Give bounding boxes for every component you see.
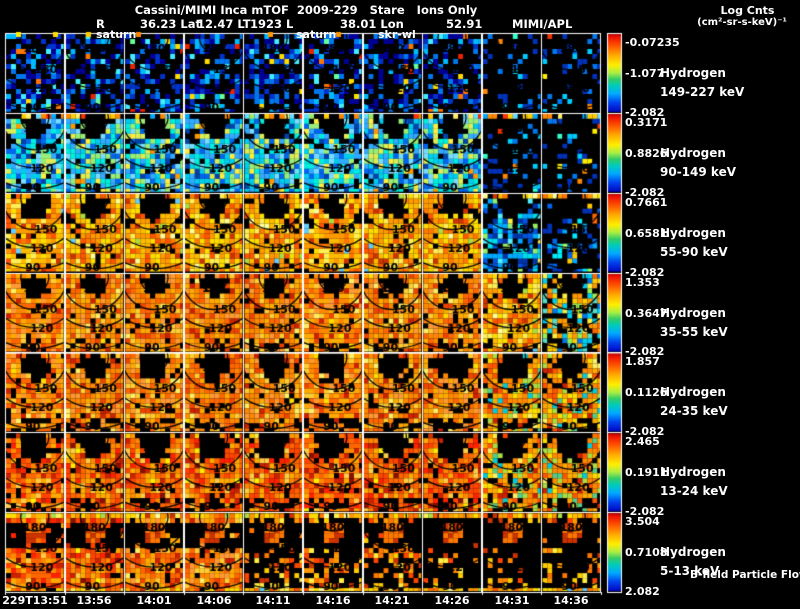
time-tick-0: 229T13:51 [2, 594, 68, 607]
energy-label: 24-35 keV [660, 404, 728, 418]
info-lt-value: 1923 L [250, 17, 294, 31]
info-lon-value: 52.91 [446, 17, 483, 31]
cbar-r0-mid: -1.077 [625, 67, 665, 80]
time-tick-9: 14:36 [553, 594, 589, 607]
species-label: Hydrogen [660, 306, 726, 320]
event-label-saturn-1: saturn [96, 28, 137, 41]
colorbar-units: (cm²-sr-s-keV)⁻¹ [697, 17, 787, 28]
cbar-r6-max: 3.504 [625, 515, 660, 528]
cbar-r1-max: 0.3171 [625, 116, 668, 129]
row-label-4: Hydrogen 24-35 keV [660, 383, 728, 421]
cbar-r6-min: 2.082 [625, 585, 660, 598]
cbar-r4-max: 1.857 [625, 355, 660, 368]
info-lat-value: 12.47 LT [197, 17, 251, 31]
species-label: Hydrogen [660, 385, 726, 399]
page-title: Cassini/MIMI Inca mTOF 2009-229 Stare Io… [134, 3, 478, 17]
time-tick-8: 14:31 [494, 594, 530, 607]
info-r-value: 36.23 Lat [140, 17, 201, 31]
species-label: Hydrogen [660, 146, 726, 160]
cbar-r5-max: 2.465 [625, 435, 660, 448]
event-label-saturn-2: saturn [296, 28, 337, 41]
energy-label: 90-149 keV [660, 165, 736, 179]
cbar-r0-max: -0.07235 [625, 36, 680, 49]
row-label-3: Hydrogen 35-55 keV [660, 304, 728, 342]
species-label: Hydrogen [660, 545, 726, 559]
row-label-2: Hydrogen 55-90 keV [660, 224, 728, 262]
row-label-0: Hydrogen 149-227 keV [660, 64, 744, 102]
species-label: Hydrogen [660, 226, 726, 240]
energy-label: 55-90 keV [660, 245, 728, 259]
time-tick-3: 14:06 [196, 594, 232, 607]
time-tick-4: 14:11 [255, 594, 291, 607]
row-label-1: Hydrogen 90-149 keV [660, 144, 736, 182]
species-label: Hydrogen [660, 465, 726, 479]
energy-label: 149-227 keV [660, 85, 745, 99]
mimi-spectrogram-page: Cassini/MIMI Inca mTOF 2009-229 Stare Io… [0, 0, 800, 609]
time-tick-2: 14:01 [136, 594, 172, 607]
time-tick-1: 13:56 [76, 594, 112, 607]
cbar-r2-max: 0.7661 [625, 196, 668, 209]
species-label: Hydrogen [660, 66, 726, 80]
cbar-r3-max: 1.353 [625, 276, 660, 289]
time-tick-7: 14:26 [434, 594, 470, 607]
energy-label: 35-55 keV [660, 325, 728, 339]
info-credit: MIMI/APL [512, 17, 573, 31]
event-label-skr-wl: skr-wl [378, 28, 416, 41]
row-label-5: Hydrogen 13-24 keV [660, 463, 728, 501]
time-tick-6: 14:21 [374, 594, 410, 607]
colorbar-title: Log Cnts [720, 4, 775, 17]
bfield-flow-note: B-field Particle Flow [690, 569, 800, 581]
time-tick-5: 14:16 [315, 594, 351, 607]
energy-label: 13-24 keV [660, 484, 728, 498]
